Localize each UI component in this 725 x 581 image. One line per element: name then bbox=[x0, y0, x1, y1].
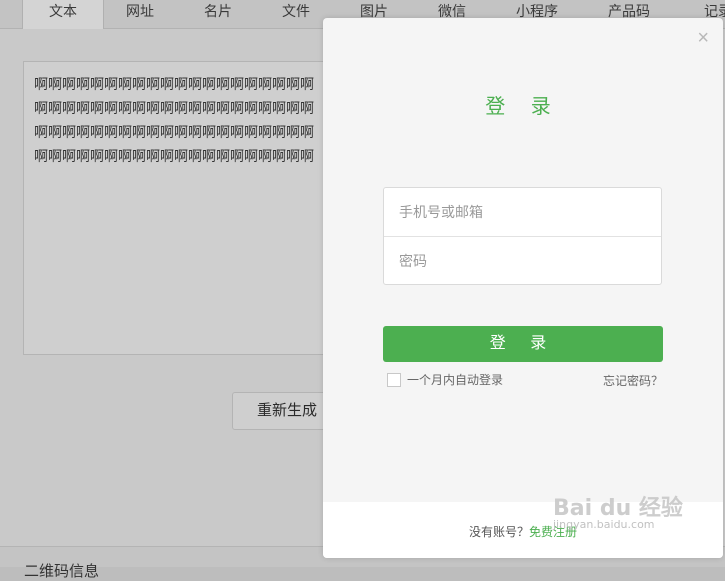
tab-text[interactable]: 文本 bbox=[22, 0, 104, 29]
login-title: 登 录 bbox=[485, 96, 561, 118]
close-icon[interactable]: × bbox=[697, 28, 709, 48]
credentials-group bbox=[383, 187, 662, 285]
content-textarea[interactable]: 啊啊啊啊啊啊啊啊啊啊啊啊啊啊啊啊啊啊啊啊 啊啊啊啊啊啊啊啊啊啊啊啊啊啊啊啊啊啊啊… bbox=[23, 61, 343, 355]
tab-url[interactable]: 网址 bbox=[110, 0, 170, 28]
text-line: 啊啊啊啊啊啊啊啊啊啊啊啊啊啊啊啊啊啊啊啊 bbox=[34, 76, 314, 92]
text-line: 啊啊啊啊啊啊啊啊啊啊啊啊啊啊啊啊啊啊啊啊 bbox=[34, 148, 314, 164]
baidu-jingyan-watermark: Bai du 经验 jingyan.baidu.com bbox=[553, 490, 683, 531]
login-submit-button[interactable]: 登 录 bbox=[383, 326, 663, 362]
remember-me[interactable]: 一个月内自动登录 bbox=[387, 371, 503, 388]
forgot-password-link[interactable]: 忘记密码？ bbox=[603, 372, 663, 389]
username-input[interactable] bbox=[384, 188, 661, 236]
text-line: 啊啊啊啊啊啊啊啊啊啊啊啊啊啊啊啊啊啊啊啊 bbox=[34, 100, 314, 116]
remember-label: 一个月内自动登录 bbox=[407, 373, 504, 387]
remember-checkbox[interactable] bbox=[387, 372, 401, 387]
text-line: 啊啊啊啊啊啊啊啊啊啊啊啊啊啊啊啊啊啊啊啊 bbox=[34, 124, 314, 140]
tab-file[interactable]: 文件 bbox=[266, 0, 326, 28]
no-account-text: 没有账号？ bbox=[468, 525, 529, 539]
qrcode-info-heading: 二维码信息 bbox=[24, 563, 100, 580]
tab-card[interactable]: 名片 bbox=[188, 0, 248, 28]
login-dialog: × 登 录 登 录 一个月内自动登录 忘记密码？ 没有账号？免费注册 bbox=[323, 18, 723, 558]
password-input[interactable] bbox=[384, 237, 661, 285]
